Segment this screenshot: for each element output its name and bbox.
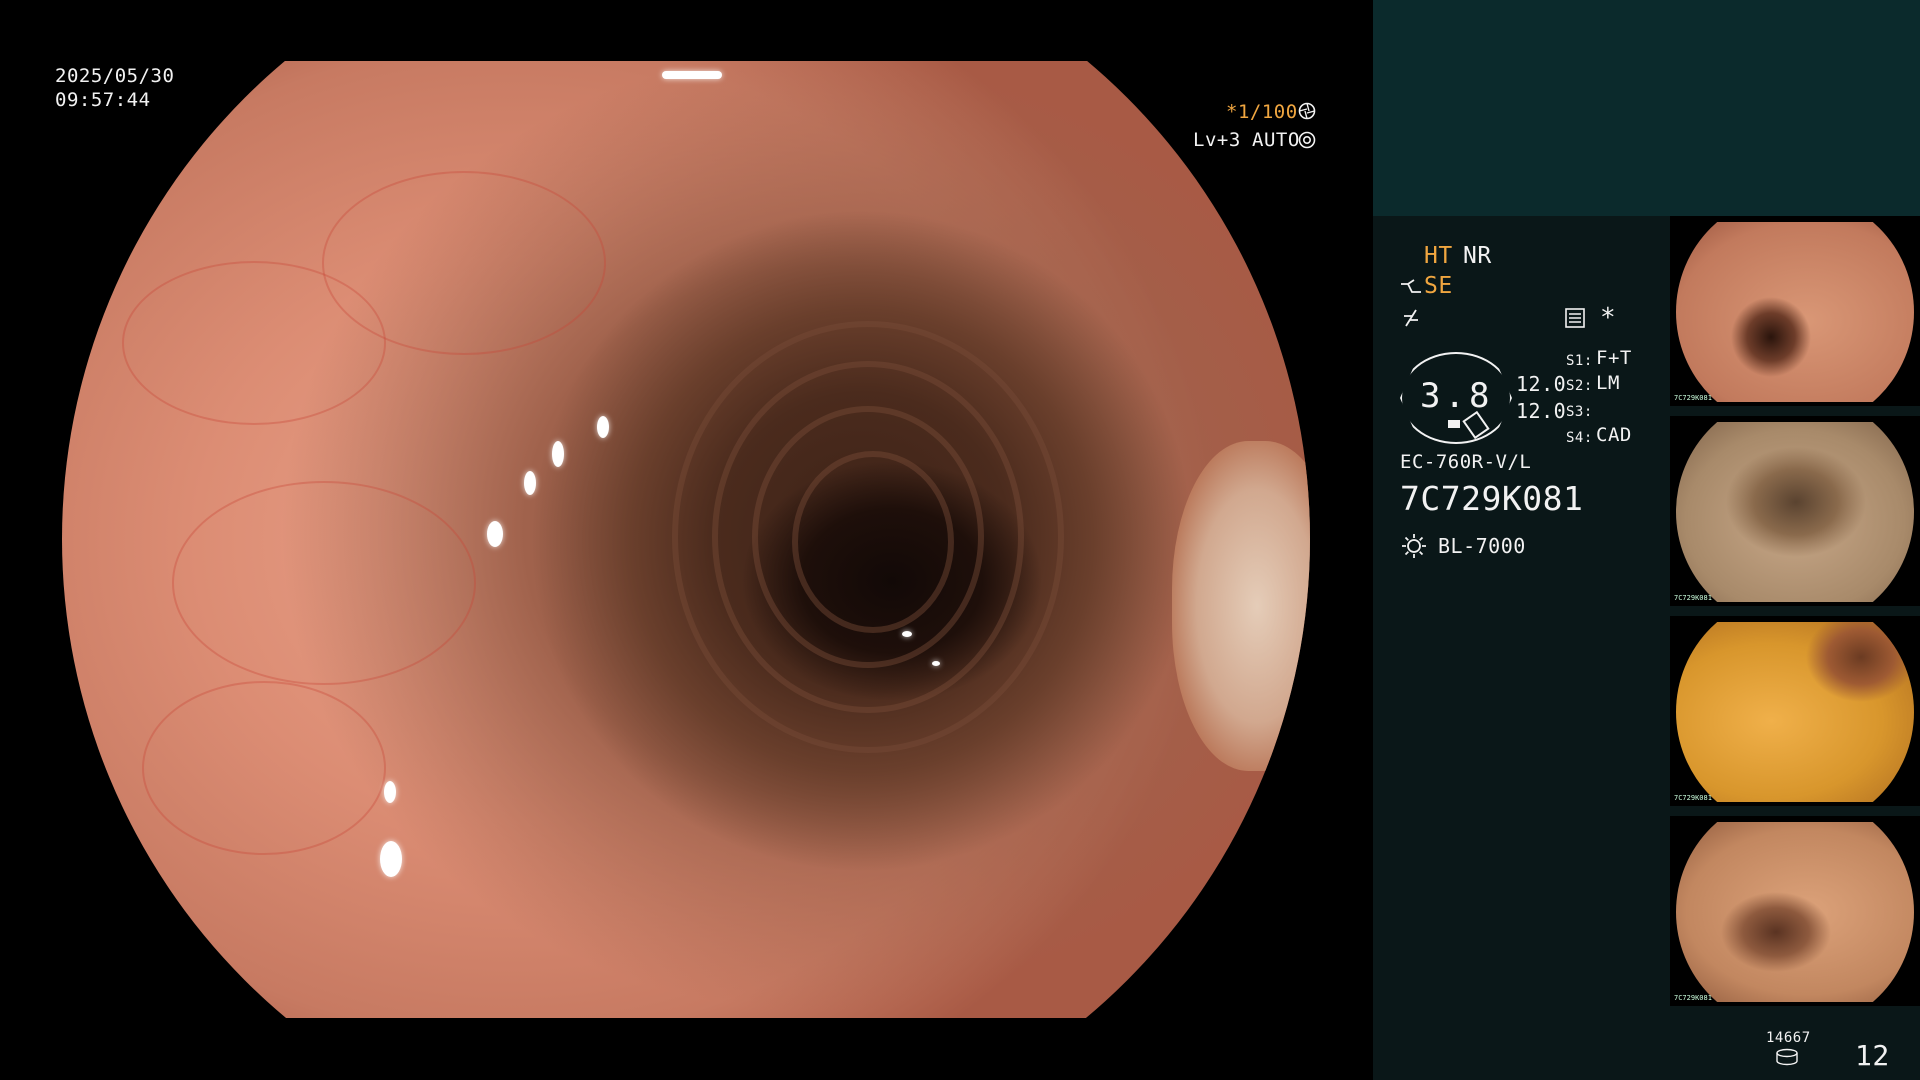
thumbnail-image [1676,822,1914,1002]
filter-icon [1402,308,1420,328]
light-reflection [902,631,912,637]
capture-time: 09:57:44 [55,89,151,111]
light-reflection [524,471,536,495]
mucosal-vessel [172,481,476,685]
thumbnail-serial: 7C729K081 [1674,994,1712,1002]
switch-3-key: S3: [1566,404,1593,420]
thumbnail-3[interactable]: 7C729K081 [1670,616,1920,806]
thumbnail-image [1676,222,1914,402]
ht-indicator: HT [1424,243,1453,269]
colon-lumen-image [62,61,1310,1018]
sun-icon [1400,532,1428,560]
gear-icon [1298,131,1316,149]
light-reflection [662,71,722,79]
light-source: BL-7000 [1438,534,1526,558]
se-indicator: SE [1424,273,1453,299]
info-panel-header [1373,0,1920,216]
exposure-mode: AUTO [1252,129,1300,151]
forceps-icon [1400,278,1422,298]
scope-serial: 7C729K081 [1400,479,1584,518]
capture-date: 2025/05/30 [55,65,175,87]
thumbnail-serial: 7C729K081 [1674,394,1712,402]
switch-2-key: S2: [1566,378,1593,394]
light-reflection [380,841,402,877]
thumbnail-image [1676,622,1914,802]
asterisk-indicator: * [1600,303,1617,333]
switch-4-value: CAD [1596,424,1632,446]
switch-2-value: LM [1596,372,1620,394]
shutter-speed: *1/100 [1226,101,1298,123]
scope-model: EC-760R-V/L [1400,451,1532,473]
light-reflection [597,416,609,438]
mucosal-vessel [322,171,606,355]
endoscopic-view [62,61,1312,1018]
thumbnail-serial: 7C729K081 [1674,594,1712,602]
switch-4-key: S4: [1566,430,1593,446]
value-1: 12.0 [1516,372,1567,396]
disk-icon [1774,1048,1800,1066]
thumbnail-2[interactable]: 7C729K081 [1670,416,1920,606]
thumbnail-4[interactable]: 7C729K081 [1670,816,1920,1006]
light-reflection [384,781,396,803]
switch-1-value: F+T [1596,347,1632,369]
light-reflection [932,661,940,666]
value-2: 12.0 [1516,399,1567,423]
haustral-fold [792,451,954,633]
light-reflection [552,441,564,467]
mucosal-vessel [142,681,386,855]
thumbnail-image [1676,422,1914,602]
lesion [1172,441,1310,771]
storage-count: 14667 [1766,1030,1811,1046]
zoom-indicator-block [1448,420,1460,428]
brightness-level: Lv+3 [1193,129,1241,151]
light-reflection [487,521,503,547]
memo-icon [1564,308,1586,328]
endoscopy-monitor: 2025/05/30 09:57:44 *1/100 Lv+3 AUTO HT … [0,0,1920,1080]
switch-1-key: S1: [1566,353,1593,369]
magnification-value: 3.8 [1420,376,1494,416]
thumbnail-1[interactable]: 7C729K081 [1670,216,1920,406]
thumbnail-serial: 7C729K081 [1674,794,1712,802]
image-count: 12 [1855,1039,1890,1072]
aperture-icon [1298,102,1316,120]
nr-indicator: NR [1463,243,1492,269]
